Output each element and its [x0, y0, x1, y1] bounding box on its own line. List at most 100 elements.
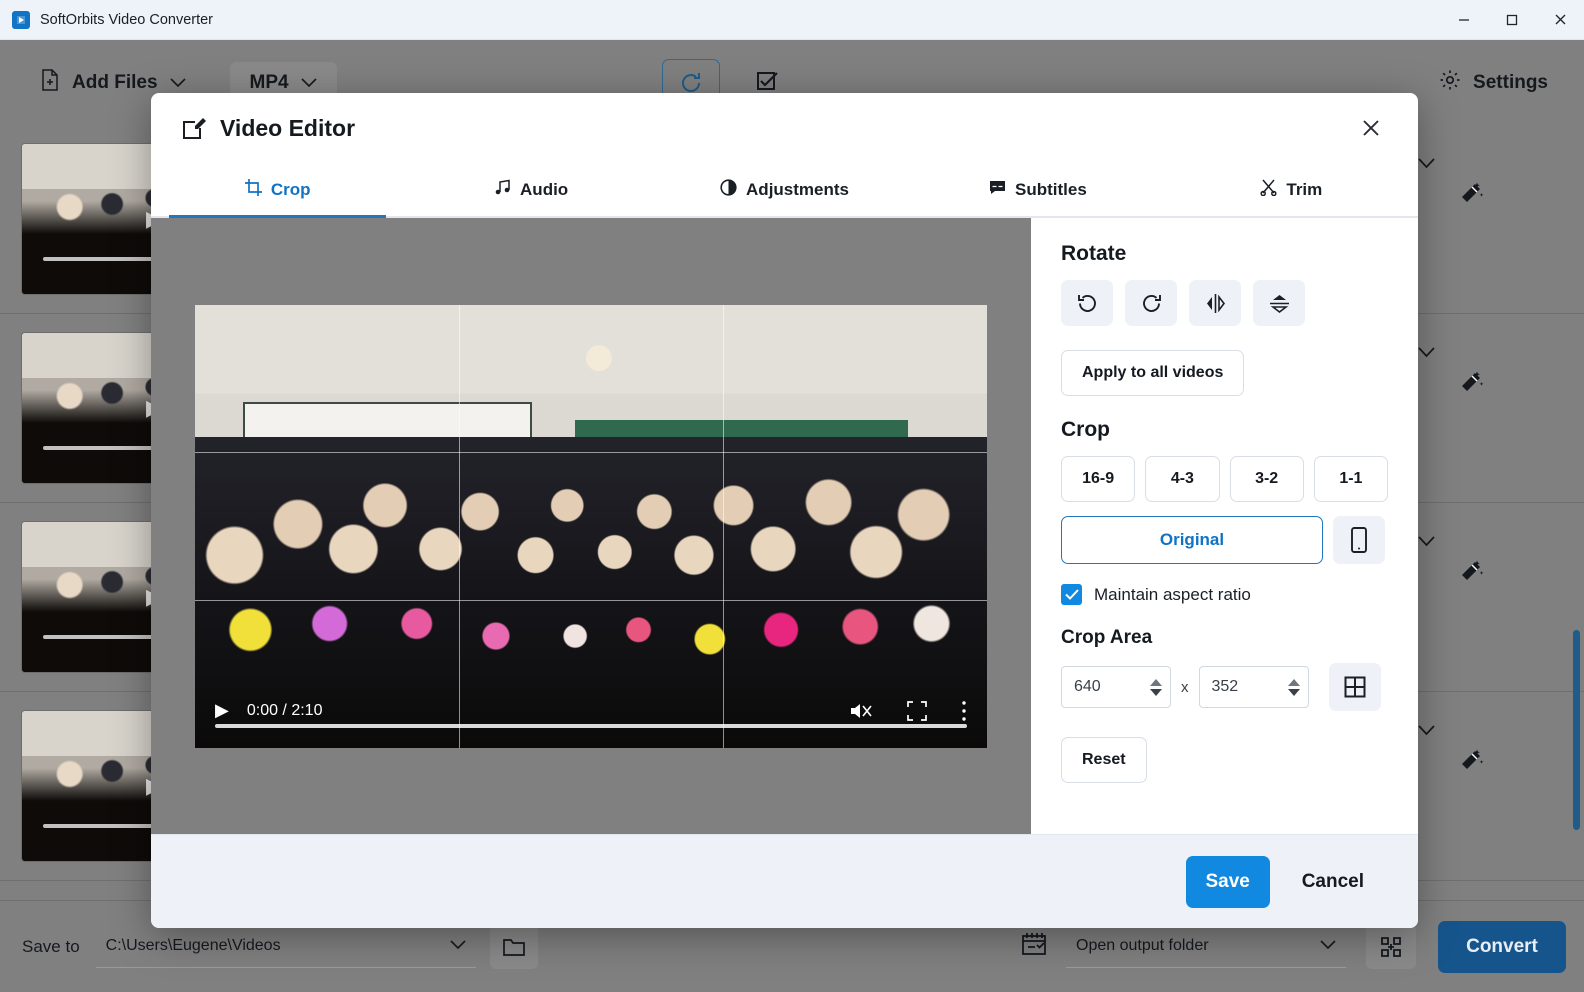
post-action-select[interactable]: Open output folder	[1066, 926, 1346, 968]
tab-crop[interactable]: Crop	[151, 163, 404, 218]
chevron-down-icon[interactable]	[1320, 937, 1336, 955]
chevron-down-icon[interactable]	[450, 937, 466, 955]
flip-horizontal-icon[interactable]	[1189, 280, 1241, 326]
music-note-icon	[494, 179, 511, 201]
player-controls: ▶ 0:00 / 2:10	[195, 674, 987, 748]
close-button[interactable]	[1536, 0, 1584, 39]
save-to-label: Save to	[22, 936, 80, 956]
gear-icon	[1439, 69, 1461, 97]
close-icon[interactable]	[1354, 111, 1388, 145]
dialog-header: Video Editor	[151, 93, 1418, 163]
app-logo-icon	[12, 10, 30, 29]
tab-subtitles[interactable]: Subtitles	[911, 163, 1164, 216]
tab-audio[interactable]: Audio	[404, 163, 657, 216]
magic-wand-icon[interactable]	[1458, 370, 1484, 401]
subtitles-icon	[989, 180, 1006, 200]
dialog-body: ▶ 0:00 / 2:10 Rotate Apply to all videos…	[151, 218, 1418, 834]
crop-height-value: 352	[1211, 678, 1239, 695]
maintain-aspect-ratio-row[interactable]: Maintain aspect ratio	[1061, 584, 1388, 605]
rotate-left-icon[interactable]	[1061, 280, 1113, 326]
settings-label: Settings	[1473, 71, 1548, 93]
convert-button[interactable]: Convert	[1438, 920, 1566, 973]
flip-vertical-icon[interactable]	[1253, 280, 1305, 326]
video-preview-pane: ▶ 0:00 / 2:10	[151, 218, 1031, 834]
chevron-down-icon[interactable]	[301, 72, 317, 94]
magic-wand-icon[interactable]	[1458, 559, 1484, 590]
crop-dimension-separator: x	[1181, 678, 1189, 696]
reset-button[interactable]: Reset	[1061, 737, 1147, 783]
add-files-label: Add Files	[72, 71, 158, 93]
ratio-4-3-button[interactable]: 4-3	[1145, 456, 1220, 502]
ratio-1-1-button[interactable]: 1-1	[1313, 456, 1388, 502]
edit-pencil-icon	[181, 116, 206, 141]
tab-crop-label: Crop	[270, 179, 311, 199]
time-display: 0:00 / 2:10	[246, 701, 323, 719]
editor-tabs: Crop Audio Adjustments Subtitles Trim	[151, 163, 1418, 218]
tab-trim[interactable]: Trim	[1165, 163, 1418, 216]
original-ratio-button[interactable]: Original	[1061, 516, 1323, 564]
apply-to-all-videos-button[interactable]: Apply to all videos	[1061, 350, 1245, 396]
ratio-3-2-button[interactable]: 3-2	[1229, 456, 1304, 502]
crop-gridline-horizontal-1	[195, 452, 987, 454]
title-bar: SoftOrbits Video Converter	[0, 0, 1584, 40]
bottom-bar-right: Open output folder Convert	[1020, 920, 1584, 973]
crop-icon	[244, 178, 262, 201]
fullscreen-icon[interactable]	[907, 700, 927, 721]
output-format-label: MP4	[249, 71, 289, 93]
cancel-button[interactable]: Cancel	[1282, 856, 1384, 908]
convert-label: Convert	[1466, 935, 1538, 957]
crop-settings-panel: Rotate Apply to all videos Crop 16-9 4-3…	[1031, 218, 1418, 834]
more-vertical-icon[interactable]	[961, 700, 967, 722]
play-icon[interactable]: ▶	[215, 700, 229, 721]
tab-subtitles-label: Subtitles	[1015, 179, 1087, 199]
grid-icon[interactable]	[1328, 663, 1381, 711]
crop-width-arrows[interactable]	[1150, 667, 1162, 707]
save-button[interactable]: Save	[1185, 855, 1270, 908]
application-window: SoftOrbits Video Converter Add Files MP4…	[0, 0, 1584, 992]
browse-folder-button[interactable]	[489, 924, 538, 969]
vertical-scrollbar[interactable]	[1573, 630, 1580, 830]
maintain-aspect-ratio-label: Maintain aspect ratio	[1094, 584, 1251, 604]
video-player[interactable]: ▶ 0:00 / 2:10	[195, 304, 987, 748]
crop-area-heading: Crop Area	[1061, 627, 1153, 648]
save-to-path-input[interactable]: C:\Users\Eugene\Videos	[95, 926, 476, 968]
scissors-icon	[1260, 179, 1277, 201]
aspect-ratio-buttons: 16-9 4-3 3-2 1-1	[1061, 456, 1388, 502]
settings-button[interactable]: Settings	[1439, 69, 1548, 97]
window-controls	[1440, 0, 1584, 39]
merge-icon[interactable]	[1366, 924, 1416, 969]
minimize-button[interactable]	[1440, 0, 1488, 39]
tab-trim-label: Trim	[1286, 179, 1323, 199]
rotate-heading: Rotate	[1061, 242, 1127, 265]
phone-portrait-icon[interactable]	[1333, 516, 1385, 564]
post-action-value: Open output folder	[1076, 937, 1209, 954]
chevron-down-icon[interactable]	[169, 72, 186, 94]
crop-heading: Crop	[1061, 418, 1110, 441]
volume-muted-icon[interactable]	[849, 700, 873, 722]
ratio-16-9-button[interactable]: 16-9	[1061, 456, 1136, 502]
magic-wand-icon[interactable]	[1458, 748, 1484, 779]
crop-gridline-horizontal-2	[195, 599, 987, 601]
window-title: SoftOrbits Video Converter	[40, 11, 214, 28]
contrast-icon	[720, 178, 737, 201]
rotate-right-icon[interactable]	[1125, 280, 1177, 326]
file-plus-icon	[40, 68, 60, 97]
calendar-check-icon[interactable]	[1020, 931, 1048, 962]
maximize-button[interactable]	[1488, 0, 1536, 39]
video-editor-dialog: Video Editor Crop Audio Adjustments Subt…	[151, 93, 1418, 928]
rotate-buttons	[1061, 280, 1388, 326]
maintain-aspect-ratio-checkbox[interactable]	[1061, 584, 1082, 605]
crop-area-inputs: 640 x 352	[1061, 663, 1388, 711]
tab-adjustments[interactable]: Adjustments	[658, 163, 911, 216]
magic-wand-icon[interactable]	[1458, 181, 1484, 212]
tab-adjustments-label: Adjustments	[746, 179, 849, 199]
crop-height-arrows[interactable]	[1287, 667, 1300, 707]
original-ratio-row: Original	[1061, 516, 1388, 564]
dialog-footer: Save Cancel	[151, 834, 1418, 928]
crop-width-stepper[interactable]: 640	[1061, 666, 1171, 708]
crop-height-stepper[interactable]: 352	[1198, 666, 1309, 708]
seek-bar[interactable]	[215, 723, 967, 728]
crop-width-value: 640	[1074, 678, 1101, 695]
save-to-path-value: C:\Users\Eugene\Videos	[105, 937, 281, 954]
page-title: Video Editor	[220, 114, 356, 141]
